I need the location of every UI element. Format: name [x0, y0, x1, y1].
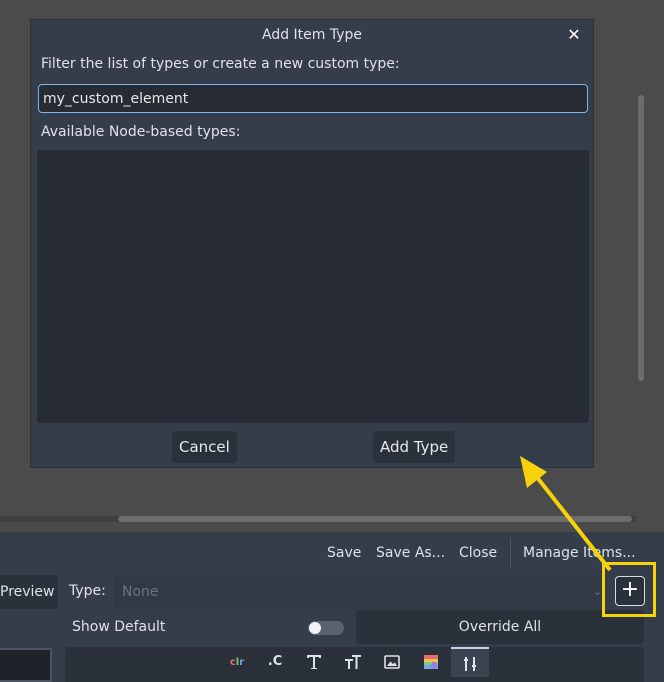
cancel-button[interactable]: Cancel [172, 431, 237, 463]
chevron-down-icon: ⌄ [592, 585, 602, 598]
theme-toolbar: Save Save As... Close Manage Items... [0, 532, 664, 574]
type-dropdown-value: None [122, 584, 159, 600]
image-icon[interactable] [373, 647, 411, 677]
horizontal-scrollbar[interactable] [118, 516, 632, 522]
available-types-label: Available Node-based types: [41, 124, 241, 140]
color-icon[interactable]: clr [218, 647, 256, 677]
font-size-icon[interactable] [334, 647, 372, 677]
font-icon[interactable] [295, 647, 333, 677]
type-name-input[interactable] [38, 84, 588, 113]
add-type-plus-button[interactable]: + [615, 576, 645, 606]
toggle-knob [309, 622, 321, 634]
dialog-title: Add Item Type [261, 27, 363, 43]
theme-tools-icon[interactable] [451, 647, 489, 677]
toolbar-divider [510, 538, 511, 568]
vertical-scrollbar[interactable] [638, 95, 644, 381]
override-all-button[interactable]: Override All [356, 610, 644, 644]
preview-thumbnail [0, 648, 52, 682]
show-default-toggle[interactable] [308, 621, 344, 635]
preview-button[interactable]: Preview [0, 575, 58, 609]
show-default-label: Show Default [72, 619, 166, 635]
save-as-button[interactable]: Save As... [376, 545, 445, 561]
constant-icon[interactable]: .C [256, 647, 294, 677]
type-label: Type: [69, 583, 106, 599]
filter-label: Filter the list of types or create a new… [41, 56, 400, 72]
close-icon[interactable]: ✕ [563, 23, 585, 47]
add-type-button[interactable]: Add Type [373, 431, 456, 463]
close-button[interactable]: Close [459, 545, 497, 561]
save-button[interactable]: Save [327, 545, 361, 561]
theme-editor-panel: Save Save As... Close Manage Items... Pr… [0, 532, 664, 682]
add-item-type-dialog: Add Item Type ✕ Filter the list of types… [30, 19, 594, 468]
stylebox-icon[interactable] [412, 647, 450, 677]
available-types-list[interactable] [37, 150, 589, 423]
data-type-tabbar: clr .C [65, 647, 644, 682]
manage-items-button[interactable]: Manage Items... [523, 545, 636, 561]
type-dropdown[interactable]: None ⌄ [114, 575, 604, 609]
